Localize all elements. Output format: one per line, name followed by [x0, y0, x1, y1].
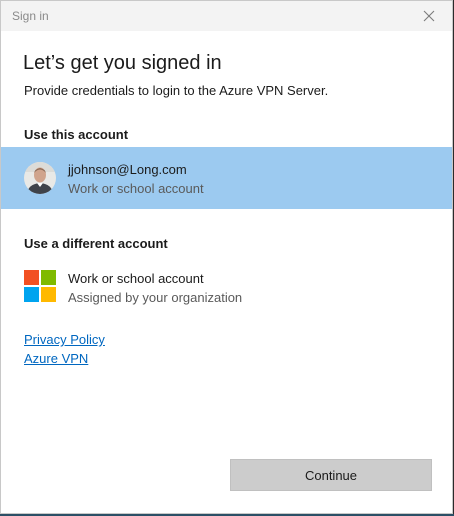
- alt-account-subtitle: Assigned by your organization: [68, 290, 243, 305]
- azure-vpn-link[interactable]: Azure VPN: [24, 351, 88, 366]
- account-type: Work or school account: [68, 181, 204, 196]
- privacy-policy-link[interactable]: Privacy Policy: [24, 332, 105, 347]
- page-subtitle: Provide credentials to login to the Azur…: [24, 83, 329, 98]
- close-icon: [423, 10, 435, 22]
- alt-account-title: Work or school account: [68, 271, 204, 286]
- work-or-school-account-option[interactable]: Work or school account Assigned by your …: [1, 263, 452, 309]
- microsoft-logo-icon: [24, 270, 56, 302]
- sign-in-dialog: Sign in Let’s get you signed in Provide …: [0, 0, 453, 514]
- other-account-section-label: Use a different account: [24, 236, 168, 251]
- user-photo-icon: [24, 162, 56, 194]
- current-account-option[interactable]: jjohnson@Long.com Work or school account: [1, 147, 452, 209]
- page-title: Let’s get you signed in: [23, 52, 222, 74]
- account-email: jjohnson@Long.com: [68, 162, 187, 177]
- continue-button[interactable]: Continue: [230, 459, 432, 491]
- close-button[interactable]: [414, 4, 444, 28]
- title-bar: Sign in: [1, 1, 452, 31]
- window-title: Sign in: [12, 9, 49, 23]
- current-account-section-label: Use this account: [24, 127, 129, 142]
- avatar: [24, 162, 56, 194]
